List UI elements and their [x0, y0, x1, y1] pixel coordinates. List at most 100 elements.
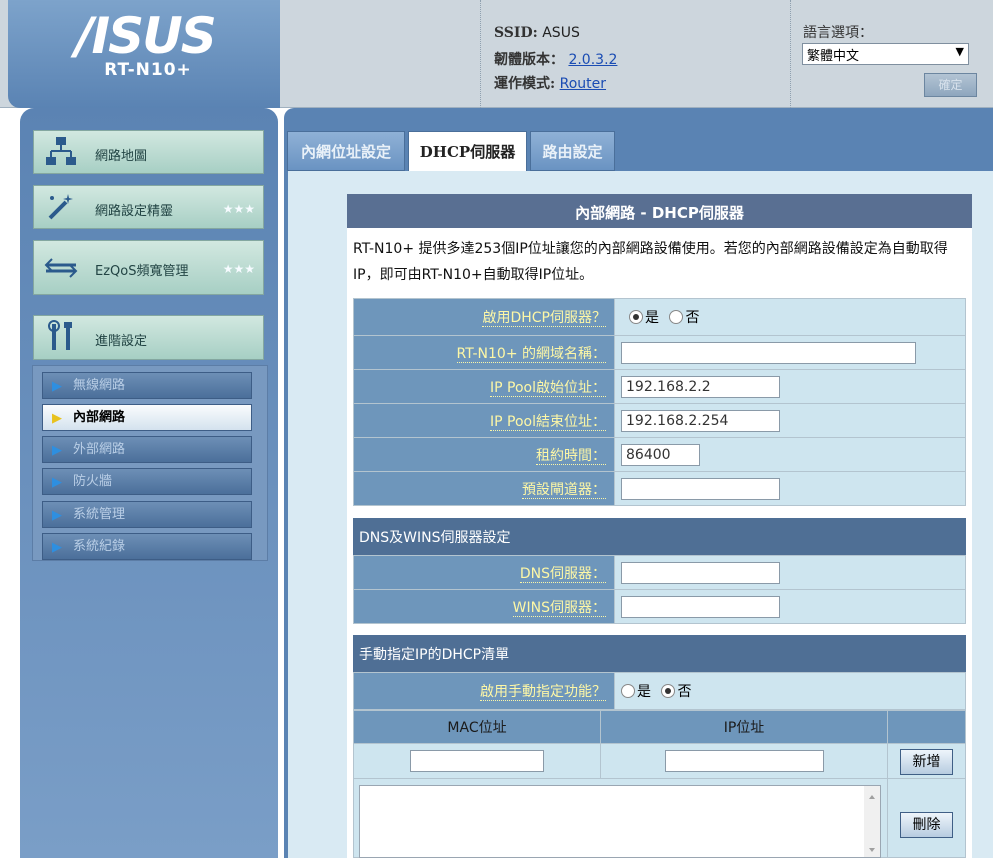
ip-pool-end-input[interactable]: 192.168.2.254: [621, 409, 780, 432]
radio-label: 否: [677, 684, 692, 700]
form-label: 啟用手動指定功能？: [353, 672, 615, 710]
form-value: 是 否: [614, 672, 966, 710]
language-label: 語言選項：: [803, 25, 873, 41]
wins-server-input[interactable]: [621, 595, 780, 618]
ip-address-header: IP位址: [600, 710, 888, 744]
delete-button[interactable]: 刪除: [900, 812, 953, 838]
submenu-label: 系統紀錄: [73, 539, 126, 554]
form-value: [614, 589, 966, 624]
enable-dhcp-no-radio[interactable]: [669, 310, 684, 324]
mode-link[interactable]: Router: [560, 76, 606, 92]
section-title: 內部網路 - DHCP伺服器: [347, 194, 972, 228]
language-select[interactable]: 繁體中文 ▼: [802, 43, 969, 65]
domain-name-label: RT-N10+ 的網域名稱：: [456, 345, 606, 363]
confirm-button[interactable]: 確定: [924, 73, 977, 97]
scrollbar-arrows-icon: [869, 795, 875, 852]
submenu-administration[interactable]: ▶ 系統管理: [42, 501, 252, 528]
firmware-link[interactable]: 2.0.3.2: [568, 52, 617, 68]
lease-time-label: 租約時間：: [536, 447, 606, 465]
sidebar-item-advanced[interactable]: 進階設定: [33, 315, 264, 360]
manual-enable-yes-radio[interactable]: [621, 684, 635, 698]
form-label: WINS伺服器：: [353, 589, 615, 624]
form-row: 租約時間： 86400: [353, 437, 966, 472]
form-label: DNS伺服器：: [353, 555, 615, 590]
stars-icon: ★★★: [222, 202, 255, 216]
mode-label: 運作模式:: [494, 76, 556, 92]
submenu-lan[interactable]: ▶ 內部網路: [42, 404, 252, 431]
manual-enable-table: 啟用手動指定功能？ 是 否: [353, 672, 966, 710]
radio-label: 是: [637, 684, 651, 700]
tools-icon: [48, 320, 72, 350]
form-row: 預設閘道器：: [353, 471, 966, 506]
add-button[interactable]: 新增: [900, 749, 953, 775]
form-row: RT-N10+ 的網域名稱：: [353, 335, 966, 370]
ssid-value: ASUS: [542, 25, 580, 41]
sidebar-item-label: EzQoS頻寬管理: [95, 264, 189, 279]
ssid-label: SSID:: [494, 25, 538, 41]
form-value: [614, 335, 966, 370]
arrow-right-icon: ▶: [52, 379, 62, 394]
submenu-firewall[interactable]: ▶ 防火牆: [42, 468, 252, 495]
form-label: 租約時間：: [353, 437, 615, 472]
section-description: RT-N10+ 提供多達253個IP位址讓您的內部網路設備使用。若您的內部網路設…: [353, 241, 948, 283]
dropdown-arrow-icon: ▼: [955, 45, 964, 58]
manual-list-title: 手動指定IP的DHCP清單: [353, 635, 966, 672]
tab-lan-ip[interactable]: 內網位址設定: [287, 131, 405, 171]
dns-form-table: DNS伺服器： WINS伺服器：: [353, 555, 966, 624]
ssid-line: SSID: ASUS: [494, 25, 580, 41]
sidebar: 網路地圖 網路設定精靈 ★★★ EzQoS頻寬管理 ★★★ 進階設定 ▶ 無線網路…: [20, 108, 278, 858]
submenu-label: 無線網路: [73, 378, 126, 393]
sidebar-item-label: 進階設定: [95, 334, 148, 349]
ip-pool-end-label: IP Pool結束位址：: [490, 413, 606, 431]
mac-address-input[interactable]: [410, 750, 544, 772]
enable-dhcp-label: 啟用DHCP伺服器？: [482, 310, 606, 327]
tab-bar: 內網位址設定 DHCP伺服器 路由設定: [284, 131, 993, 172]
form-value: 192.168.2.254: [614, 403, 966, 438]
form-label: RT-N10+ 的網域名稱：: [353, 335, 615, 370]
sidebar-item-label: 網路設定精靈: [95, 204, 174, 219]
form-label: IP Pool啟始位址：: [353, 369, 615, 404]
default-gateway-label: 預設閘道器：: [522, 481, 606, 499]
form-row: IP Pool結束位址： 192.168.2.254: [353, 403, 966, 438]
default-gateway-input[interactable]: [621, 477, 780, 500]
sidebar-item-setup-wizard[interactable]: 網路設定精靈 ★★★: [33, 185, 264, 229]
form-value: [614, 471, 966, 506]
submenu-wireless[interactable]: ▶ 無線網路: [42, 372, 252, 399]
enable-dhcp-yes-radio[interactable]: [629, 310, 643, 324]
sidebar-item-ezqos[interactable]: EzQoS頻寬管理 ★★★: [33, 240, 264, 295]
bandwidth-icon: [44, 258, 78, 278]
form-value: 86400: [614, 437, 966, 472]
form-row: 啟用手動指定功能？ 是 否: [353, 672, 966, 710]
firmware-label: 韌體版本：: [494, 52, 564, 68]
submenu-label: 系統管理: [73, 507, 126, 522]
ip-pool-start-input[interactable]: 192.168.2.2: [621, 375, 780, 398]
submenu-system-log[interactable]: ▶ 系統紀錄: [42, 533, 252, 560]
arrow-right-icon: ▶: [52, 508, 62, 523]
mac-address-header: MAC位址: [353, 710, 601, 744]
manual-enable-label: 啟用手動指定功能？: [480, 684, 606, 701]
ip-pool-start-label: IP Pool啟始位址：: [490, 379, 606, 397]
logo-area: /ISUS RT-N10+: [8, 0, 280, 108]
domain-name-input[interactable]: [621, 341, 916, 364]
arrow-right-icon: ▶: [52, 443, 62, 458]
form-row: WINS伺服器：: [353, 589, 966, 624]
ip-address-input[interactable]: [665, 750, 824, 772]
sidebar-item-network-map[interactable]: 網路地圖: [33, 130, 264, 174]
manual-enable-no-radio[interactable]: [661, 684, 676, 698]
dns-server-input[interactable]: [621, 561, 780, 584]
magic-wand-icon: [48, 194, 73, 220]
dhcp-list-textarea[interactable]: [359, 785, 881, 858]
form-value: 192.168.2.2: [614, 369, 966, 404]
scrollbar[interactable]: [864, 786, 880, 857]
submenu-label: 防火牆: [73, 474, 113, 489]
tab-dhcp-server[interactable]: DHCP伺服器: [408, 131, 527, 172]
dhcp-form-table: 啟用DHCP伺服器？ 是 否 RT-N10+ 的網域名稱： IP Pool啟始位…: [353, 298, 966, 506]
mode-line: 運作模式: Router: [494, 73, 606, 93]
tab-route[interactable]: 路由設定: [530, 131, 615, 171]
submenu-wan[interactable]: ▶ 外部網路: [42, 436, 252, 463]
form-row: 啟用DHCP伺服器？ 是 否: [353, 298, 966, 336]
arrow-right-icon: ▶: [52, 540, 62, 555]
lease-time-input[interactable]: 86400: [621, 443, 700, 466]
dns-server-label: DNS伺服器：: [519, 565, 606, 583]
radio-label: 是: [645, 310, 659, 326]
